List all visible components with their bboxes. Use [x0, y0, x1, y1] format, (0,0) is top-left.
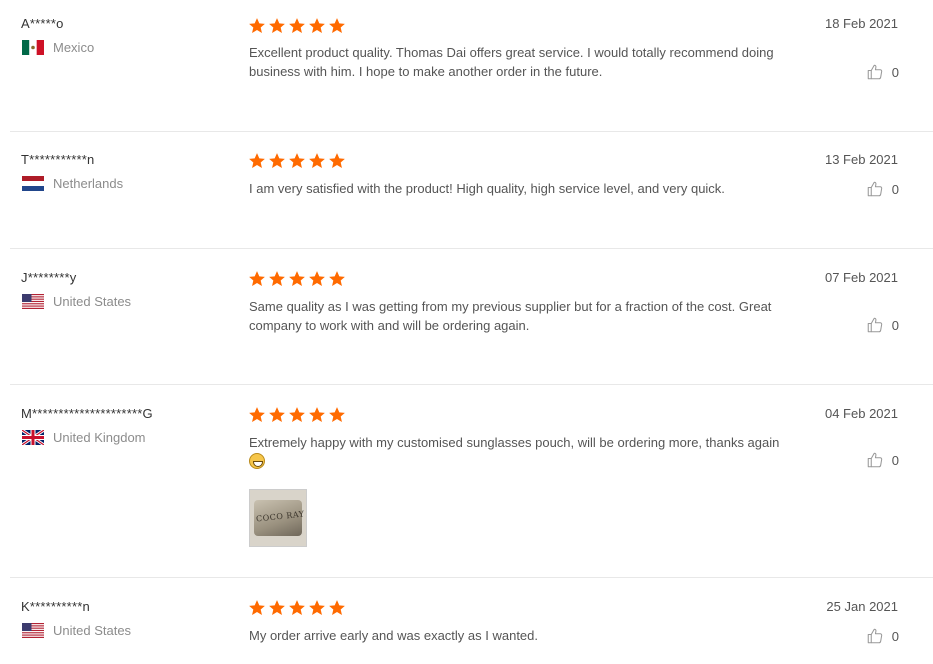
thumbs-up-icon: [867, 64, 882, 80]
country-label: Netherlands: [53, 176, 124, 191]
usa-flag-icon: [22, 623, 44, 638]
star-icon: [309, 271, 325, 286]
star-icon: [329, 600, 345, 615]
star-icon: [249, 18, 265, 33]
reviewer-country: United States: [22, 623, 131, 638]
reviewer-name: K**********n: [21, 599, 90, 614]
star-icon: [329, 18, 345, 33]
reviewer-name: J********y: [21, 270, 77, 285]
uk-flag-icon: [22, 430, 44, 445]
review-date: 13 Feb 2021: [824, 152, 898, 167]
star-icon: [309, 407, 325, 422]
star-icon: [249, 600, 265, 615]
star-icon: [249, 271, 265, 286]
like-button[interactable]: 0: [866, 63, 899, 81]
thumbs-up-icon: [867, 317, 882, 333]
star-icon: [269, 271, 285, 286]
usa-flag-icon: [22, 294, 44, 309]
like-count: 0: [891, 64, 899, 80]
netherlands-flag-icon: [22, 176, 44, 191]
star-icon: [249, 407, 265, 422]
country-label: Mexico: [53, 40, 95, 55]
star-rating: [248, 152, 346, 170]
star-icon: [309, 600, 325, 615]
star-rating: [248, 17, 346, 35]
review-text: My order arrive early and was exactly as…: [249, 628, 539, 643]
star-icon: [329, 153, 345, 168]
review-list: A*****o Mexico Excellent product quality…: [0, 0, 933, 664]
thumbs-up-icon: [867, 628, 882, 644]
review-item: J********y United States Same quality as: [10, 249, 933, 385]
star-icon: [269, 600, 285, 615]
review-text-content: Extremely happy with my customised sungl…: [249, 435, 780, 450]
review-date: 07 Feb 2021: [824, 270, 898, 285]
reviewer-name: A*****o: [21, 16, 64, 31]
star-icon: [269, 407, 285, 422]
star-icon: [269, 153, 285, 168]
star-icon: [289, 271, 305, 286]
review-text: I am very satisfied with the product! Hi…: [249, 181, 725, 196]
like-count: 0: [891, 628, 899, 644]
star-icon: [249, 153, 265, 168]
review-text: Excellent product quality. Thomas Dai of…: [249, 45, 774, 79]
star-icon: [289, 153, 305, 168]
review-date: 18 Feb 2021: [824, 16, 898, 31]
reviewer-country: United States: [22, 294, 131, 309]
country-label: United States: [53, 623, 132, 638]
star-icon: [329, 271, 345, 286]
like-button[interactable]: 0: [866, 316, 899, 334]
reviewer-country: United Kingdom: [22, 430, 146, 445]
mexico-flag-icon: [22, 40, 44, 55]
like-count: 0: [891, 452, 899, 468]
reviewer-country: Netherlands: [22, 176, 123, 191]
review-date: 25 Jan 2021: [826, 599, 898, 614]
country-label: United Kingdom: [53, 430, 146, 445]
star-rating: [248, 599, 346, 617]
like-button[interactable]: 0: [866, 180, 899, 198]
review-text: Same quality as I was getting from my pr…: [249, 299, 772, 333]
star-icon: [309, 153, 325, 168]
like-count: 0: [891, 317, 899, 333]
review-text: Extremely happy with my customised sungl…: [249, 433, 819, 471]
review-date: 04 Feb 2021: [824, 406, 898, 421]
star-icon: [269, 18, 285, 33]
reviewer-name: T***********n: [21, 152, 95, 167]
star-icon: [309, 18, 325, 33]
review-item: T***********n Netherlands I am very sati…: [10, 132, 933, 249]
star-icon: [289, 600, 305, 615]
review-item: K**********n United States My order arri: [10, 578, 933, 664]
star-icon: [289, 18, 305, 33]
country-label: United States: [53, 294, 132, 309]
star-rating: [248, 406, 346, 424]
review-item: M*********************G United Kingdom E…: [10, 385, 933, 578]
like-count: 0: [891, 181, 899, 197]
star-icon: [289, 407, 305, 422]
star-rating: [248, 270, 346, 288]
grinning-emoji-icon: [249, 453, 265, 469]
like-button[interactable]: 0: [866, 627, 899, 645]
reviewer-name: M*********************G: [21, 406, 153, 421]
like-button[interactable]: 0: [866, 451, 899, 469]
star-icon: [329, 407, 345, 422]
review-photo-thumbnail[interactable]: COCO RAY: [249, 489, 307, 547]
review-item: A*****o Mexico Excellent product quality…: [10, 0, 933, 132]
thumbs-up-icon: [867, 181, 882, 197]
thumbs-up-icon: [867, 452, 882, 468]
reviewer-country: Mexico: [22, 40, 94, 55]
